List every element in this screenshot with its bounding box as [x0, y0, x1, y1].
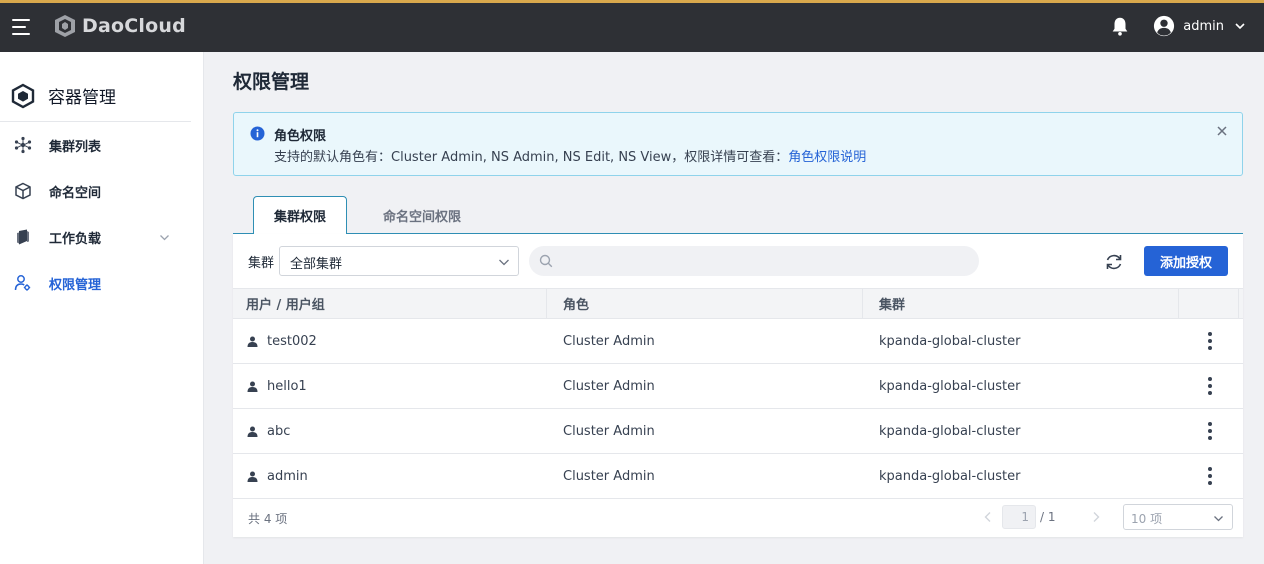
menu-icon[interactable]	[12, 19, 32, 35]
permission-table-panel: 集群 全部集群 添加授权 用户 / 用户组 角色 集群 test002 Clus…	[233, 234, 1243, 537]
bell-icon[interactable]	[1109, 15, 1131, 37]
sidebar-item-permissions[interactable]: 权限管理	[0, 260, 203, 306]
sidebar-item-label: 集群列表	[49, 139, 102, 155]
sidebar-header: 容器管理	[0, 52, 191, 122]
search-input[interactable]	[561, 251, 961, 271]
user-name-cell: test002	[267, 333, 317, 349]
sidebar-item-label: 权限管理	[49, 277, 102, 293]
chevron-down-icon[interactable]	[1234, 20, 1246, 32]
more-actions-icon[interactable]	[1201, 332, 1219, 350]
table-header: 用户 / 用户组 角色 集群	[233, 288, 1243, 319]
column-header-user[interactable]: 用户 / 用户组	[233, 289, 547, 318]
role-cell: Cluster Admin	[563, 423, 655, 439]
table-row: admin Cluster Admin kpanda-global-cluste…	[233, 454, 1243, 499]
cluster-cell: kpanda-global-cluster	[879, 378, 1021, 394]
table-row: abc Cluster Admin kpanda-global-cluster	[233, 409, 1243, 454]
info-icon	[250, 126, 265, 141]
role-cell: Cluster Admin	[563, 333, 655, 349]
user-icon	[247, 381, 258, 392]
table-row: test002 Cluster Admin kpanda-global-clus…	[233, 319, 1243, 364]
user-name-cell: abc	[267, 423, 291, 439]
chevron-left-icon[interactable]	[983, 511, 993, 523]
search-box[interactable]	[529, 246, 979, 276]
user-name-cell: hello1	[267, 378, 307, 394]
user-icon	[247, 471, 258, 482]
sidebar-title: 容器管理	[48, 88, 116, 108]
alert-description: 支持的默认角色有：Cluster Admin, NS Admin, NS Edi…	[274, 146, 866, 165]
more-actions-icon[interactable]	[1201, 422, 1219, 440]
user-icon	[247, 426, 258, 437]
chevron-down-icon[interactable]	[159, 232, 170, 243]
close-icon[interactable]	[1216, 125, 1228, 137]
page-total: / 1	[1040, 510, 1056, 524]
tab-cluster-permissions[interactable]: 集群权限	[253, 196, 347, 235]
cluster-select-value: 全部集群	[290, 257, 343, 272]
tab-namespace-permissions[interactable]: 命名空间权限	[363, 196, 481, 234]
column-header-actions	[1179, 289, 1239, 318]
search-icon	[539, 254, 553, 268]
chevron-down-icon	[1214, 516, 1223, 522]
info-alert: 角色权限 支持的默认角色有：Cluster Admin, NS Admin, N…	[233, 112, 1243, 176]
brand-name: DaoCloud	[82, 15, 186, 37]
permission-tabs: 集群权限 命名空间权限	[233, 196, 1243, 235]
cluster-cell: kpanda-global-cluster	[879, 333, 1021, 349]
chevron-down-icon	[499, 259, 509, 266]
more-actions-icon[interactable]	[1201, 377, 1219, 395]
more-actions-icon[interactable]	[1201, 467, 1219, 485]
workload-icon	[17, 229, 29, 245]
refresh-icon[interactable]	[1103, 251, 1125, 273]
chevron-right-icon[interactable]	[1091, 511, 1101, 523]
daocloud-logo-icon	[55, 15, 75, 37]
sidebar-item-namespace[interactable]: 命名空间	[0, 168, 203, 214]
cluster-filter-label: 集群	[248, 256, 275, 271]
sidebar-item-cluster-list[interactable]: 集群列表	[0, 122, 203, 168]
alert-description-text: 支持的默认角色有：Cluster Admin, NS Admin, NS Edi…	[274, 150, 789, 165]
user-icon	[247, 336, 258, 347]
role-cell: Cluster Admin	[563, 468, 655, 484]
page-size-select[interactable]: 10 项	[1123, 504, 1233, 530]
table-row: hello1 Cluster Admin kpanda-global-clust…	[233, 364, 1243, 409]
column-header-cluster[interactable]: 集群	[863, 289, 1179, 318]
cluster-cell: kpanda-global-cluster	[879, 468, 1021, 484]
add-authorization-button[interactable]: 添加授权	[1144, 246, 1228, 276]
user-name[interactable]: admin	[1183, 19, 1224, 34]
user-name-cell: admin	[267, 468, 308, 484]
sidebar-item-label: 工作负载	[49, 231, 102, 247]
role-cell: Cluster Admin	[563, 378, 655, 394]
avatar-icon[interactable]	[1153, 15, 1175, 37]
page-title: 权限管理	[233, 71, 310, 93]
container-management-icon	[11, 83, 35, 108]
alert-title: 角色权限	[274, 129, 327, 144]
cluster-select[interactable]: 全部集群	[279, 246, 519, 276]
total-count: 共 4 项	[248, 512, 288, 526]
logo[interactable]: DaoCloud	[52, 13, 186, 39]
sidebar: 容器管理 集群列表 命名空间 工作负载 权限管理	[0, 52, 204, 564]
user-permission-icon	[14, 275, 31, 291]
cluster-icon	[14, 136, 32, 154]
role-permission-doc-link[interactable]: 角色权限说明	[788, 150, 866, 165]
sidebar-item-label: 命名空间	[49, 185, 102, 201]
cube-icon	[15, 182, 31, 200]
cluster-cell: kpanda-global-cluster	[879, 423, 1021, 439]
page-number-input[interactable]: 1	[1002, 505, 1036, 529]
sidebar-item-workload[interactable]: 工作负载	[0, 214, 203, 260]
page-size-value: 10 项	[1131, 512, 1163, 526]
column-header-role[interactable]: 角色	[547, 289, 863, 318]
top-bar: DaoCloud admin	[0, 0, 1264, 52]
